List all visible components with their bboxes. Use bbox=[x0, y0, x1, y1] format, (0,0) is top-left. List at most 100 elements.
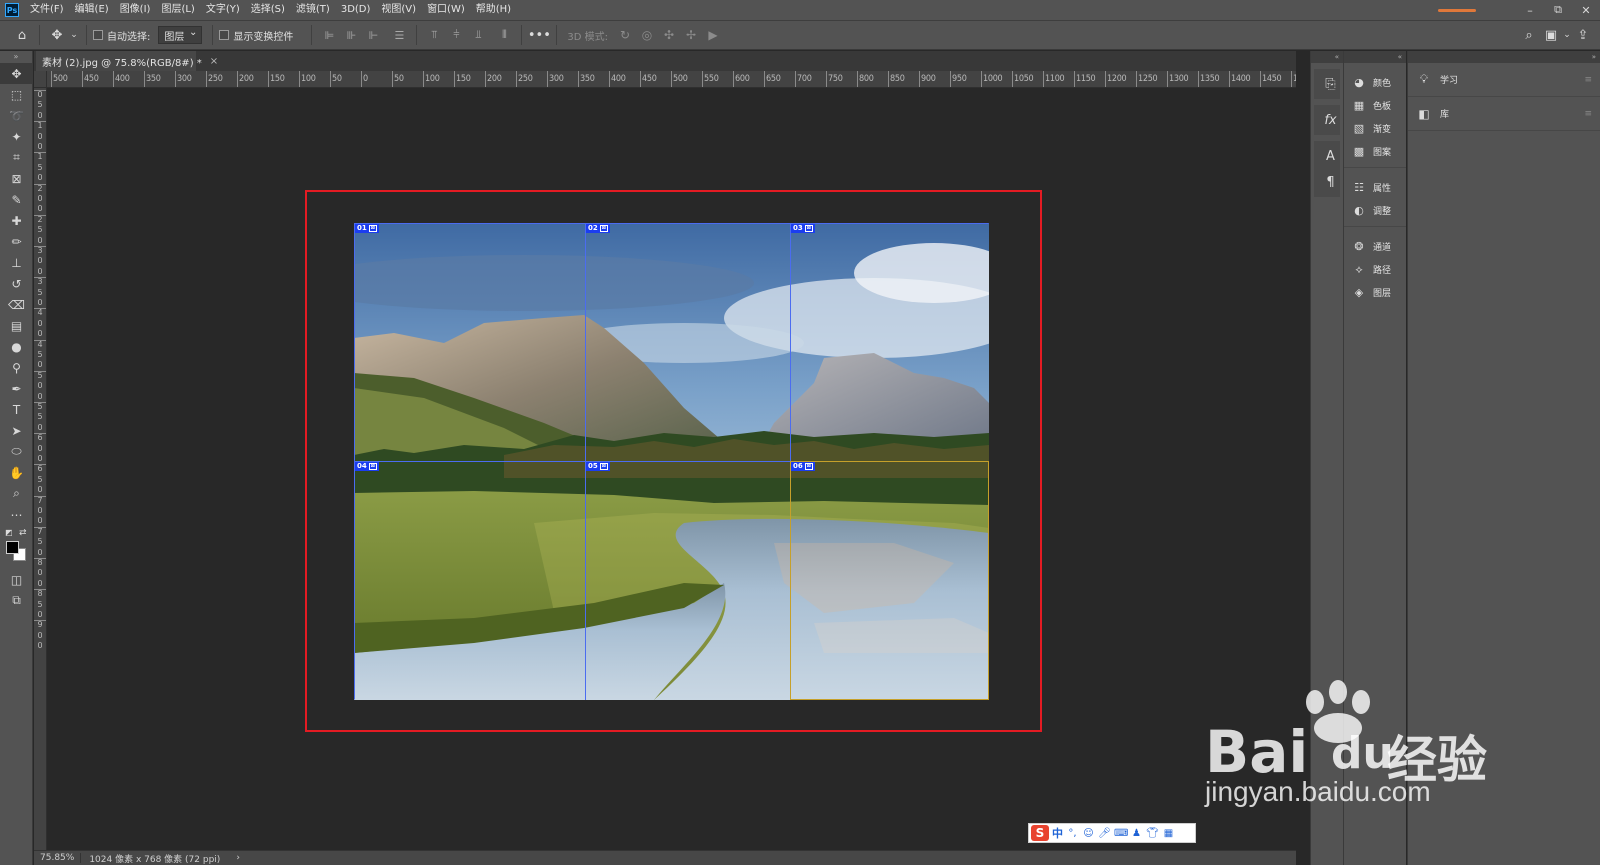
panel-adjustments[interactable]: ◐ 调整 bbox=[1344, 199, 1406, 222]
magic-wand-tool-icon[interactable]: ✦ bbox=[0, 126, 33, 147]
3d-orbit-icon[interactable]: ↻ bbox=[614, 24, 636, 46]
path-selection-tool-icon[interactable]: ➤ bbox=[0, 420, 33, 441]
menu-file[interactable]: 文件(F) bbox=[25, 0, 70, 20]
3d-video-camera-icon[interactable]: ▶ bbox=[702, 24, 724, 46]
skin-icon[interactable]: 👕︎ bbox=[1146, 828, 1159, 839]
chevron-down-icon[interactable]: ⌄ bbox=[68, 24, 80, 46]
menu-edit[interactable]: 编辑(E) bbox=[70, 0, 115, 20]
restore-button[interactable]: ⧉ bbox=[1544, 0, 1572, 20]
screen-mode-icon[interactable]: ⧉ bbox=[0, 590, 33, 611]
slice-tag[interactable]: 02 ⊠ bbox=[586, 224, 610, 233]
collapse-panel-icon[interactable]: » bbox=[1408, 51, 1600, 63]
zoom-tool-icon[interactable]: ⌕ bbox=[0, 483, 33, 504]
more-tools-icon[interactable]: ⋯ bbox=[0, 504, 33, 525]
brush-tool-icon[interactable]: ✏ bbox=[0, 231, 33, 252]
3d-slide-icon[interactable]: ✢ bbox=[680, 24, 702, 46]
panel-properties[interactable]: ☷ 属性 bbox=[1344, 176, 1406, 199]
slice-tag[interactable]: 04 ⊠ bbox=[355, 462, 379, 471]
slice-tag[interactable]: 06 ⊠ bbox=[791, 462, 815, 471]
panel-learn[interactable]: 💡︎ 学习 ≡ bbox=[1408, 63, 1600, 97]
microphone-icon[interactable]: 🎤︎ bbox=[1098, 828, 1111, 839]
align-vcenter-icon[interactable]: ⫩ bbox=[445, 24, 467, 46]
type-tool-icon[interactable]: T bbox=[0, 399, 33, 420]
status-menu-chevron[interactable]: › bbox=[228, 853, 248, 863]
ime-language[interactable]: 中 bbox=[1052, 825, 1063, 841]
panel-gradients[interactable]: ▧ 渐变 bbox=[1344, 117, 1406, 140]
vertical-ruler[interactable]: 0501001502002503003504004505005506006507… bbox=[34, 88, 47, 850]
panel-swatches[interactable]: ▦ 色板 bbox=[1344, 94, 1406, 117]
clone-stamp-tool-icon[interactable]: ⊥ bbox=[0, 252, 33, 273]
horizontal-ruler[interactable]: 500 450 400 350 300 250 200 150 100 50 0 50 100 150 20… bbox=[47, 71, 1296, 88]
distribute-horizontal-icon[interactable]: ⦀ bbox=[493, 24, 515, 46]
panel-libraries[interactable]: ◧ 库 ≡ bbox=[1408, 97, 1600, 131]
share-icon[interactable]: ⇪ bbox=[1572, 24, 1594, 46]
keyboard-icon[interactable]: ⌨ bbox=[1114, 828, 1128, 839]
distribute-vertical-icon[interactable]: ☰ bbox=[388, 24, 410, 46]
panel-channels[interactable]: ❂ 通道 bbox=[1344, 235, 1406, 258]
dodge-tool-icon[interactable]: ⚲ bbox=[0, 357, 33, 378]
align-hcenter-icon[interactable]: ⊪ bbox=[340, 24, 362, 46]
panel-color[interactable]: ◕ 颜色 bbox=[1344, 71, 1406, 94]
frame-tool-icon[interactable]: ⊠ bbox=[0, 168, 33, 189]
move-tool-preset-icon[interactable]: ✥ bbox=[46, 24, 68, 46]
align-top-icon[interactable]: ⫪ bbox=[423, 24, 445, 46]
panel-menu-icon[interactable]: ≡ bbox=[1584, 109, 1592, 119]
menu-help[interactable]: 帮助(H) bbox=[471, 0, 517, 20]
menu-3d[interactable]: 3D(D) bbox=[336, 0, 377, 20]
align-left-icon[interactable]: ⊫ bbox=[318, 24, 340, 46]
collapse-dock-icon[interactable]: « bbox=[1344, 51, 1406, 63]
menu-type[interactable]: 文字(Y) bbox=[201, 0, 246, 20]
align-bottom-icon[interactable]: ⫫ bbox=[467, 24, 489, 46]
quick-mask-icon[interactable]: ◫ bbox=[0, 569, 33, 590]
3d-pan-icon[interactable]: ✣ bbox=[658, 24, 680, 46]
chevron-down-icon[interactable]: ⌄ bbox=[1562, 24, 1572, 46]
hand-tool-icon[interactable]: ✋ bbox=[0, 462, 33, 483]
menu-select[interactable]: 选择(S) bbox=[246, 0, 291, 20]
menu-view[interactable]: 视图(V) bbox=[376, 0, 422, 20]
home-icon[interactable]: ⌂ bbox=[11, 24, 33, 46]
blur-tool-icon[interactable]: ● bbox=[0, 336, 33, 357]
lasso-tool-icon[interactable]: ➰ bbox=[0, 105, 33, 126]
user-icon[interactable]: ♟ bbox=[1130, 828, 1143, 839]
eyedropper-tool-icon[interactable]: ✎ bbox=[0, 189, 33, 210]
3d-roll-icon[interactable]: ◎ bbox=[636, 24, 658, 46]
slice-tag[interactable]: 01 ⊠ bbox=[355, 224, 379, 233]
panel-patterns[interactable]: ▩ 图案 bbox=[1344, 140, 1406, 163]
default-colors-icon[interactable]: ◩ bbox=[5, 528, 13, 537]
pen-tool-icon[interactable]: ✒ bbox=[0, 378, 33, 399]
auto-select-checkbox[interactable] bbox=[93, 30, 103, 40]
collapse-toolbar-icon[interactable]: » bbox=[0, 51, 32, 63]
eraser-tool-icon[interactable]: ⌫ bbox=[0, 294, 33, 315]
more-options-button[interactable]: ••• bbox=[528, 24, 551, 46]
swap-colors-icon[interactable]: ⇄ bbox=[19, 528, 27, 538]
search-icon[interactable]: ⌕ bbox=[1518, 24, 1540, 46]
menu-filter[interactable]: 滤镜(T) bbox=[291, 0, 336, 20]
collapse-strip-icon[interactable]: « bbox=[1311, 51, 1343, 63]
foreground-color-swatch[interactable] bbox=[6, 541, 19, 554]
show-transform-checkbox[interactable] bbox=[219, 30, 230, 40]
crop-tool-icon[interactable]: ⌗ bbox=[0, 147, 33, 168]
document-tab[interactable]: 素材 (2).jpg @ 75.8%(RGB/8#) * × bbox=[36, 51, 218, 71]
shape-tool-icon[interactable]: ⬭ bbox=[0, 441, 33, 462]
punctuation-icon[interactable]: °, bbox=[1066, 828, 1079, 839]
align-right-icon[interactable]: ⊩ bbox=[362, 24, 384, 46]
healing-brush-tool-icon[interactable]: ✚ bbox=[0, 210, 33, 231]
marquee-tool-icon[interactable]: ⬚ bbox=[0, 84, 33, 105]
close-window-button[interactable]: ✕ bbox=[1572, 0, 1600, 20]
slice-tag[interactable]: 03 ⊠ bbox=[791, 224, 815, 233]
move-tool-icon[interactable]: ✥ bbox=[0, 63, 33, 84]
minimize-button[interactable]: – bbox=[1516, 0, 1544, 20]
auto-select-target-dropdown[interactable]: 图层 bbox=[158, 26, 203, 44]
zoom-level[interactable]: 75.85% bbox=[34, 853, 82, 863]
history-brush-tool-icon[interactable]: ↺ bbox=[0, 273, 33, 294]
panel-layers[interactable]: ◈ 图层 bbox=[1344, 281, 1406, 304]
workspace-icon[interactable]: ▣ bbox=[1540, 24, 1562, 46]
menu-window[interactable]: 窗口(W) bbox=[422, 0, 471, 20]
panel-menu-icon[interactable]: ≡ bbox=[1584, 75, 1592, 85]
toolbox-icon[interactable]: ▦ bbox=[1162, 828, 1175, 839]
canvas-area[interactable]: 01 ⊠ 02 ⊠ 03 ⊠ 04 ⊠ 05 ⊠ 06 ⊠ bbox=[47, 88, 1296, 850]
sogou-logo[interactable]: S bbox=[1031, 825, 1049, 841]
emoji-icon[interactable]: ☺ bbox=[1082, 828, 1095, 839]
close-tab-icon[interactable]: × bbox=[210, 56, 218, 67]
panel-paths[interactable]: ⟡ 路径 bbox=[1344, 258, 1406, 281]
